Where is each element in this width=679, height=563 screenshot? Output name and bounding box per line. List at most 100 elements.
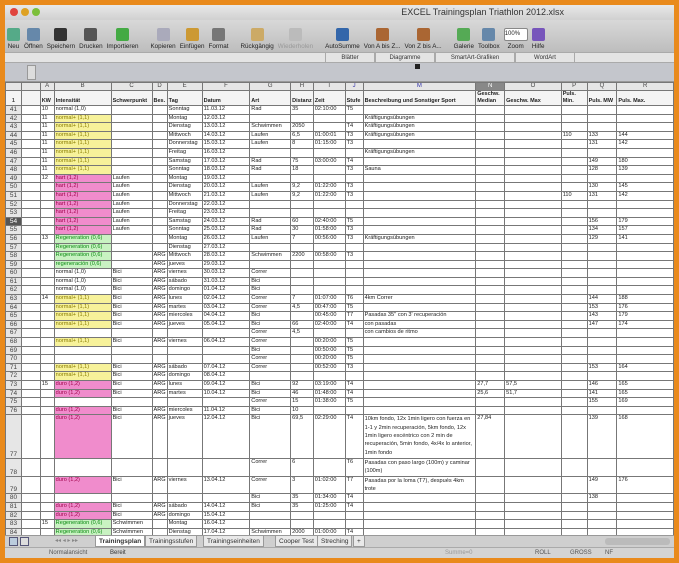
column-header-P[interactable]: P	[560, 82, 588, 91]
cell-C[interactable]: Bici	[110, 405, 153, 416]
cell-F[interactable]: 08.04.12	[201, 371, 251, 381]
cell-B[interactable]: hart (1,2)	[53, 182, 112, 192]
cell-E[interactable]: Mittwoch	[166, 130, 203, 141]
cell-I[interactable]	[312, 173, 346, 184]
cell-N[interactable]	[475, 294, 506, 304]
cell-H[interactable]	[290, 337, 314, 347]
cell-G[interactable]: Laufen	[249, 182, 292, 192]
cell-A[interactable]: 11	[39, 122, 55, 132]
cell-I[interactable]: 01:00:01	[312, 130, 346, 141]
cell-P[interactable]	[560, 302, 588, 313]
row-header[interactable]: 68	[5, 337, 22, 347]
cell-P[interactable]	[560, 216, 588, 227]
toolbar-gallery-button[interactable]: Galerie	[454, 28, 474, 52]
row-header[interactable]: 64	[5, 302, 22, 313]
cell-D[interactable]: ARG	[151, 414, 168, 460]
cell-I[interactable]	[312, 199, 346, 210]
cell-D[interactable]	[151, 397, 168, 407]
cell-M[interactable]: 10km fondo, 12x 1min ligero con fuerza e…	[362, 414, 477, 460]
cell-F[interactable]: 04.04.12	[201, 311, 251, 321]
cell-G[interactable]	[249, 519, 292, 529]
cell-A[interactable]: 12	[39, 173, 55, 184]
cell-A[interactable]: 11	[39, 156, 55, 167]
cell-I[interactable]	[312, 268, 346, 278]
cell-M[interactable]	[362, 405, 477, 416]
cell-I[interactable]	[312, 165, 346, 175]
cell-A[interactable]: 11	[39, 130, 55, 141]
cell-D[interactable]	[151, 182, 168, 192]
cell-M[interactable]	[362, 527, 477, 535]
cell-N[interactable]	[475, 105, 506, 115]
cell-H[interactable]	[290, 519, 314, 529]
cell-P[interactable]	[560, 362, 588, 373]
cell-R[interactable]: 179	[616, 216, 674, 227]
cell-E[interactable]: Samstag	[166, 156, 203, 167]
cell-C[interactable]	[110, 105, 153, 115]
cell-I[interactable]: 00:20:00	[312, 354, 346, 364]
cell-G[interactable]: Rad	[249, 225, 292, 235]
cell-R[interactable]	[616, 501, 674, 512]
cell-I[interactable]	[312, 276, 346, 287]
sheet-tab[interactable]: Trainingsstufen	[145, 536, 198, 547]
cell-I[interactable]	[312, 405, 346, 416]
cell-O[interactable]	[504, 233, 562, 244]
cell-I[interactable]: 00:50:00	[312, 345, 346, 356]
cell-E[interactable]: Mittwoch	[166, 190, 203, 201]
cell-M[interactable]: Pasadas 35'' con 3' recuperación	[362, 311, 477, 321]
cell-N[interactable]	[475, 319, 506, 330]
cell-F[interactable]	[201, 328, 251, 339]
cell-B[interactable]: hart (1,2)	[53, 199, 112, 210]
header-cell[interactable]: Stufe	[344, 90, 364, 106]
row-header[interactable]: 66	[5, 319, 22, 330]
cell-H[interactable]	[290, 242, 314, 253]
cell-E[interactable]: Dienstag	[166, 527, 203, 535]
column-header-F[interactable]: F	[201, 82, 251, 91]
cell-O[interactable]	[504, 216, 562, 227]
cell-B[interactable]: Regeneration (0,6)	[53, 242, 112, 253]
cell-A[interactable]	[39, 510, 55, 521]
cell-C[interactable]	[110, 122, 153, 132]
sheet-tab[interactable]: Trainingsplan	[95, 536, 146, 547]
cell-F[interactable]: 11.04.12	[201, 405, 251, 416]
column-header-R[interactable]: R	[616, 82, 674, 91]
cell-B[interactable]	[53, 493, 112, 503]
cell-C[interactable]: Schwimmen	[110, 527, 153, 535]
cell-M[interactable]	[362, 362, 477, 373]
cell-P[interactable]	[560, 225, 588, 235]
cell-N[interactable]	[475, 397, 506, 407]
cell-F[interactable]	[201, 397, 251, 407]
row-header[interactable]: 62	[5, 285, 22, 296]
cell-B[interactable]: normal+ (1,1)	[53, 337, 112, 347]
cell-F[interactable]: 12.04.12	[201, 414, 251, 460]
cell-R[interactable]: 176	[616, 302, 674, 313]
ribbon-tab-wordart[interactable]: WordArt	[515, 53, 575, 63]
cell-B[interactable]	[53, 354, 112, 364]
cell-Q[interactable]: 129	[586, 233, 618, 244]
cell-E[interactable]: martes	[166, 388, 203, 399]
cell-P[interactable]	[560, 493, 588, 503]
cell-H[interactable]: 35	[290, 493, 314, 503]
cell-G[interactable]	[249, 371, 292, 381]
cell-M[interactable]	[362, 259, 477, 270]
cell-P[interactable]	[560, 527, 588, 535]
cell-D[interactable]	[151, 208, 168, 218]
cell-F[interactable]: 02.04.12	[201, 294, 251, 304]
cell-P[interactable]	[560, 242, 588, 253]
sheet-tab[interactable]: Trainingseinheiten	[203, 536, 264, 547]
cell-E[interactable]: Dienstag	[166, 182, 203, 192]
cell-N[interactable]	[475, 165, 506, 175]
cell-N[interactable]	[475, 113, 506, 124]
cell-P[interactable]	[560, 122, 588, 132]
cell-Q[interactable]	[586, 519, 618, 529]
cell-I[interactable]: 01:02:00	[312, 475, 346, 495]
cell-P[interactable]	[560, 458, 588, 477]
cell-R[interactable]	[616, 354, 674, 364]
cell-D[interactable]: ARG	[151, 319, 168, 330]
cell-A[interactable]	[39, 319, 55, 330]
cell-I[interactable]	[312, 519, 346, 529]
cell-O[interactable]	[504, 259, 562, 270]
cell-J[interactable]: T3	[344, 233, 364, 244]
cell-M[interactable]	[362, 380, 477, 390]
cell-A[interactable]	[39, 251, 55, 261]
toolbar-toolbox-button[interactable]: Toolbox	[478, 28, 500, 52]
